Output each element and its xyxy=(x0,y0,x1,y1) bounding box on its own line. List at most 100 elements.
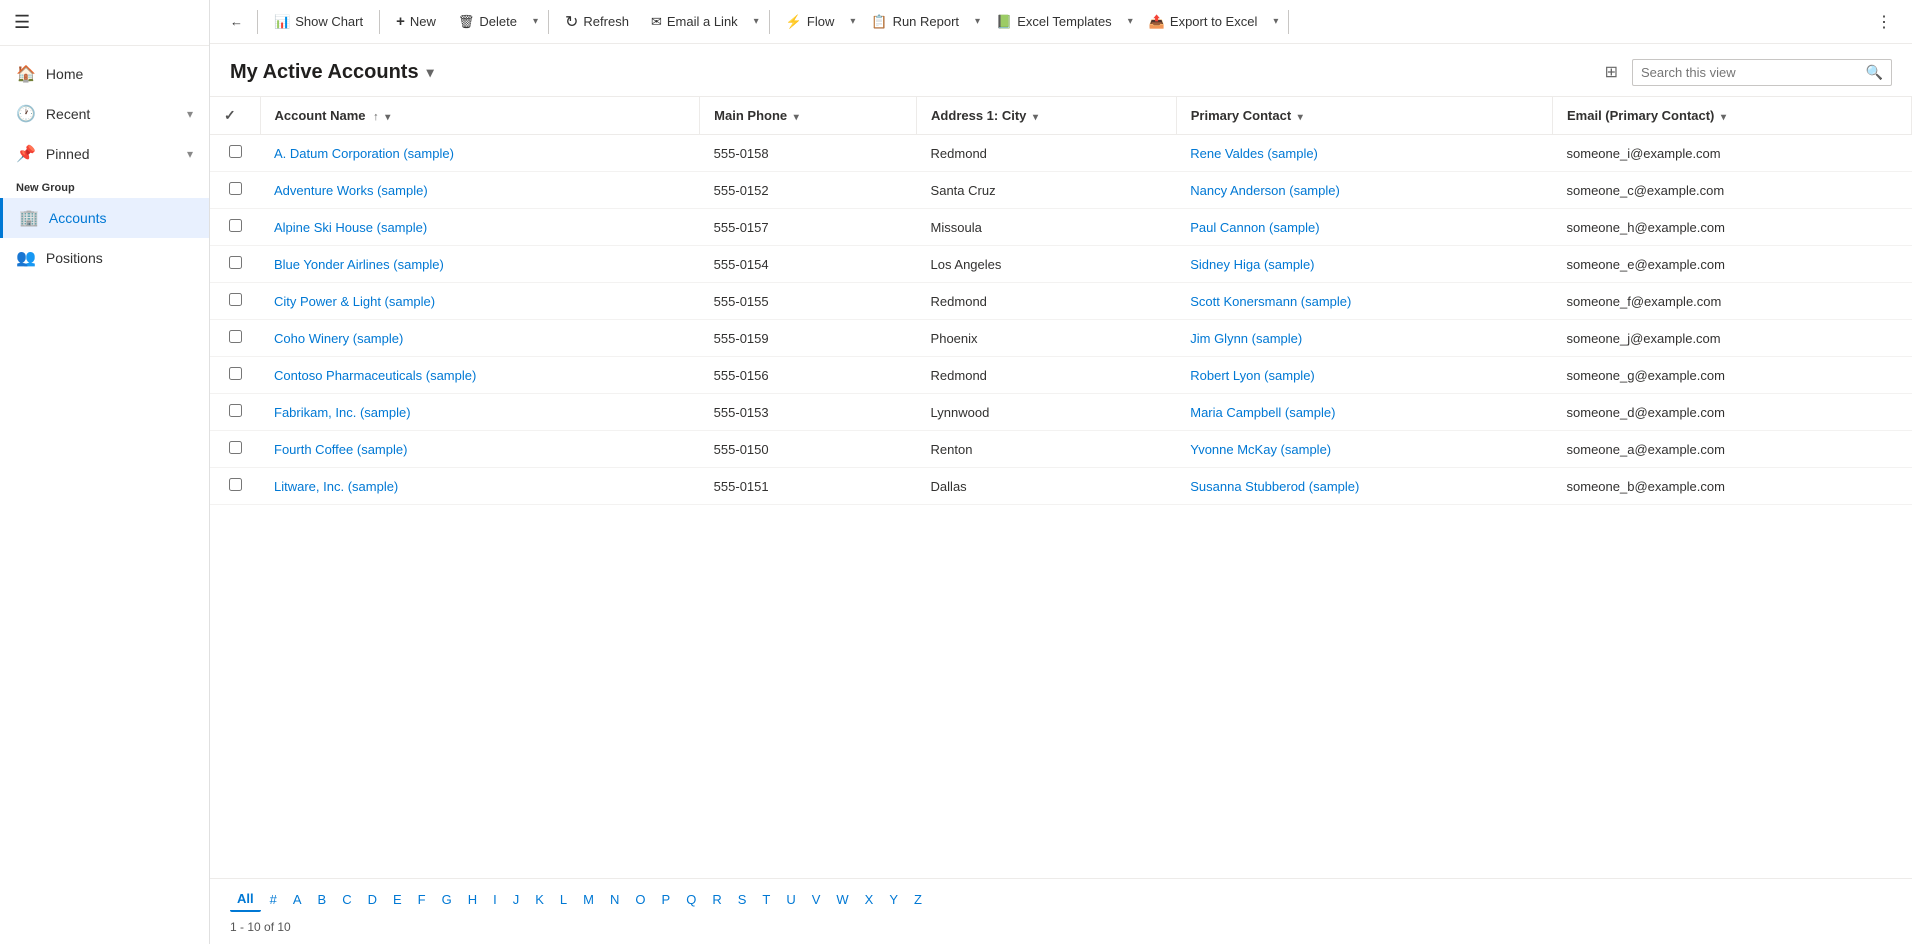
account-name-cell[interactable]: Fabrikam, Inc. (sample) xyxy=(260,394,700,431)
col-main-phone[interactable]: Main Phone ▾ xyxy=(700,97,917,135)
report-icon: 📋 xyxy=(871,14,887,30)
phone-cell: 555-0150 xyxy=(700,431,917,468)
account-name-cell[interactable]: Alpine Ski House (sample) xyxy=(260,209,700,246)
alpha-item-c[interactable]: C xyxy=(335,888,358,911)
alpha-item-t[interactable]: T xyxy=(755,888,777,911)
sidebar-item-home[interactable]: Home xyxy=(0,54,209,94)
alpha-item-q[interactable]: Q xyxy=(679,888,703,911)
account-name-cell[interactable]: Adventure Works (sample) xyxy=(260,172,700,209)
alpha-item-x[interactable]: X xyxy=(858,888,881,911)
alpha-item-e[interactable]: E xyxy=(386,888,409,911)
account-name-cell[interactable]: A. Datum Corporation (sample) xyxy=(260,135,700,172)
excel-templates-button[interactable]: 📗 Excel Templates xyxy=(986,8,1122,36)
email-chevron-icon[interactable]: ▾ xyxy=(750,10,763,33)
alpha-item-a[interactable]: A xyxy=(286,888,309,911)
search-box: 🔍 xyxy=(1632,59,1892,86)
col-city[interactable]: Address 1: City ▾ xyxy=(917,97,1177,135)
contact-cell[interactable]: Scott Konersmann (sample) xyxy=(1176,283,1552,320)
alpha-item-#[interactable]: # xyxy=(263,888,284,911)
alpha-item-i[interactable]: I xyxy=(486,888,504,911)
contact-cell[interactable]: Susanna Stubberod (sample) xyxy=(1176,468,1552,505)
row-checkbox[interactable] xyxy=(210,431,260,468)
email-link-button[interactable]: ✉ Email a Link xyxy=(641,8,748,36)
alpha-item-s[interactable]: S xyxy=(731,888,754,911)
alpha-item-p[interactable]: P xyxy=(655,888,678,911)
alpha-item-z[interactable]: Z xyxy=(907,888,929,911)
new-button[interactable]: + New xyxy=(386,7,446,36)
row-checkbox[interactable] xyxy=(210,246,260,283)
flow-chevron-icon[interactable]: ▾ xyxy=(846,10,859,33)
toolbar-separator xyxy=(379,10,380,34)
account-name-cell[interactable]: City Power & Light (sample) xyxy=(260,283,700,320)
sidebar-item-accounts[interactable]: Accounts xyxy=(0,198,209,238)
contact-cell[interactable]: Sidney Higa (sample) xyxy=(1176,246,1552,283)
refresh-button[interactable]: ↻ Refresh xyxy=(555,6,639,38)
row-checkbox[interactable] xyxy=(210,283,260,320)
alpha-item-g[interactable]: G xyxy=(435,888,459,911)
col-primary-contact[interactable]: Primary Contact ▾ xyxy=(1176,97,1552,135)
row-checkbox[interactable] xyxy=(210,320,260,357)
back-button[interactable]: ← xyxy=(222,8,251,35)
show-chart-button[interactable]: 📊 Show Chart xyxy=(264,8,373,36)
row-checkbox[interactable] xyxy=(210,357,260,394)
hamburger-icon[interactable]: ☰ xyxy=(14,12,30,33)
alpha-item-l[interactable]: L xyxy=(553,888,574,911)
city-cell: Redmond xyxy=(917,283,1177,320)
col-email[interactable]: Email (Primary Contact) ▾ xyxy=(1553,97,1912,135)
search-input[interactable] xyxy=(1641,65,1860,80)
alpha-item-b[interactable]: B xyxy=(311,888,334,911)
row-checkbox[interactable] xyxy=(210,135,260,172)
delete-button[interactable]: 🗑 Delete xyxy=(448,8,527,36)
city-cell: Dallas xyxy=(917,468,1177,505)
alpha-item-f[interactable]: F xyxy=(411,888,433,911)
alpha-item-d[interactable]: D xyxy=(361,888,384,911)
sidebar-item-positions[interactable]: Positions xyxy=(0,238,209,278)
account-name-cell[interactable]: Coho Winery (sample) xyxy=(260,320,700,357)
col-chevron-icon: ▾ xyxy=(1298,112,1303,123)
sidebar-item-pinned[interactable]: Pinned ▾ xyxy=(0,134,209,174)
alpha-item-o[interactable]: O xyxy=(628,888,652,911)
row-checkbox[interactable] xyxy=(210,209,260,246)
account-name-cell[interactable]: Contoso Pharmaceuticals (sample) xyxy=(260,357,700,394)
row-checkbox[interactable] xyxy=(210,394,260,431)
flow-button[interactable]: ⚡ Flow xyxy=(776,8,845,36)
col-account-name[interactable]: Account Name ↑ ▾ xyxy=(260,97,700,135)
more-icon: ⋮ xyxy=(1876,12,1892,32)
sidebar-item-recent[interactable]: Recent ▾ xyxy=(0,94,209,134)
account-name-cell[interactable]: Fourth Coffee (sample) xyxy=(260,431,700,468)
alpha-item-all[interactable]: All xyxy=(230,887,261,912)
alpha-item-w[interactable]: W xyxy=(829,888,855,911)
report-chevron-icon[interactable]: ▾ xyxy=(971,10,984,33)
contact-cell[interactable]: Maria Campbell (sample) xyxy=(1176,394,1552,431)
alpha-item-m[interactable]: M xyxy=(576,888,601,911)
contact-cell[interactable]: Yvonne McKay (sample) xyxy=(1176,431,1552,468)
contact-cell[interactable]: Robert Lyon (sample) xyxy=(1176,357,1552,394)
contact-cell[interactable]: Jim Glynn (sample) xyxy=(1176,320,1552,357)
filter-icon[interactable]: ⊞ xyxy=(1601,58,1622,86)
alpha-item-y[interactable]: Y xyxy=(882,888,905,911)
delete-chevron-icon[interactable]: ▾ xyxy=(529,10,542,33)
alpha-item-r[interactable]: R xyxy=(705,888,728,911)
run-report-button[interactable]: 📋 Run Report xyxy=(861,8,969,36)
alpha-item-k[interactable]: K xyxy=(528,888,551,911)
contact-cell[interactable]: Paul Cannon (sample) xyxy=(1176,209,1552,246)
alpha-item-u[interactable]: U xyxy=(779,888,802,911)
alpha-item-j[interactable]: J xyxy=(506,888,527,911)
account-name-cell[interactable]: Litware, Inc. (sample) xyxy=(260,468,700,505)
contact-cell[interactable]: Nancy Anderson (sample) xyxy=(1176,172,1552,209)
alpha-item-v[interactable]: V xyxy=(805,888,828,911)
more-options-button[interactable]: ⋮ xyxy=(1868,6,1900,38)
export-excel-button[interactable]: 📤 Export to Excel xyxy=(1139,8,1268,36)
select-all-checkbox[interactable] xyxy=(210,97,260,135)
search-icon[interactable]: 🔍 xyxy=(1866,64,1883,81)
export-chevron-icon[interactable]: ▾ xyxy=(1269,10,1282,33)
excel-templates-chevron-icon[interactable]: ▾ xyxy=(1124,10,1137,33)
phone-cell: 555-0153 xyxy=(700,394,917,431)
row-checkbox[interactable] xyxy=(210,172,260,209)
row-checkbox[interactable] xyxy=(210,468,260,505)
alpha-item-h[interactable]: H xyxy=(461,888,484,911)
contact-cell[interactable]: Rene Valdes (sample) xyxy=(1176,135,1552,172)
view-title-chevron-icon[interactable]: ▾ xyxy=(427,64,434,81)
alpha-item-n[interactable]: N xyxy=(603,888,626,911)
account-name-cell[interactable]: Blue Yonder Airlines (sample) xyxy=(260,246,700,283)
